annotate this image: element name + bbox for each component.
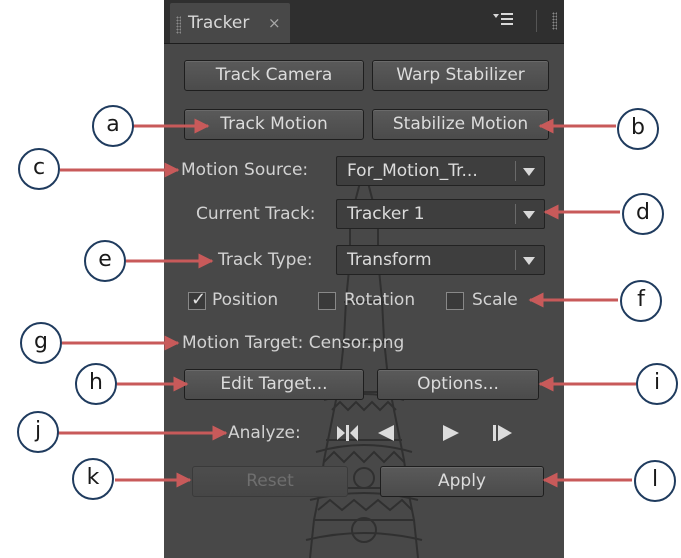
scale-label: Scale — [472, 290, 518, 310]
callout-j: j — [17, 411, 59, 453]
callout-k: k — [72, 458, 114, 500]
position-checkbox[interactable]: ✓ — [188, 289, 207, 310]
callout-d: d — [622, 193, 664, 235]
chevron-down-icon — [523, 211, 535, 219]
checkmark-icon: ✓ — [191, 289, 207, 310]
tracker-panel: Tracker × Track Camera Warp Stabilizer T… — [164, 0, 564, 558]
current-track-dropdown[interactable]: Tracker 1 — [336, 199, 545, 229]
current-track-value: Tracker 1 — [347, 204, 425, 224]
chevron-down-icon — [523, 168, 535, 176]
panel-tab-bar: Tracker × — [164, 0, 564, 44]
motion-source-value: For_Motion_Tr... — [347, 161, 478, 181]
callout-c: c — [18, 148, 60, 190]
reset-button[interactable]: Reset — [192, 466, 348, 497]
tab-bar-divider — [536, 10, 537, 32]
apply-button[interactable]: Apply — [380, 466, 544, 497]
analyze-label: Analyze: — [228, 423, 301, 443]
motion-source-label: Motion Source: — [181, 160, 309, 180]
track-type-value: Transform — [347, 250, 432, 270]
current-track-label: Current Track: — [196, 204, 316, 224]
options-button[interactable]: Options... — [377, 369, 539, 400]
edit-target-button[interactable]: Edit Target... — [184, 369, 364, 400]
track-type-label: Track Type: — [218, 250, 313, 270]
tab-tracker[interactable]: Tracker × — [170, 3, 290, 43]
chevron-down-icon — [523, 257, 535, 265]
callout-f: f — [620, 280, 662, 322]
panel-menu-icon[interactable] — [492, 12, 514, 28]
callout-h: h — [75, 363, 117, 405]
close-icon[interactable]: × — [268, 14, 281, 32]
callout-e: e — [84, 240, 126, 282]
track-type-dropdown[interactable]: Transform — [336, 245, 545, 275]
step-back-icon[interactable] — [336, 422, 360, 444]
dropdown-divider — [515, 204, 516, 224]
play-backward-icon[interactable] — [374, 422, 396, 444]
panel-grip-icon[interactable] — [552, 12, 557, 30]
stabilize-motion-button[interactable]: Stabilize Motion — [372, 109, 549, 140]
callout-a: a — [92, 105, 134, 147]
dropdown-divider — [515, 250, 516, 270]
tab-title: Tracker — [188, 13, 250, 33]
tab-grip-icon[interactable] — [176, 16, 181, 34]
callout-b: b — [617, 108, 659, 150]
position-label: Position — [212, 290, 279, 310]
motion-target-text: Motion Target: Censor.png — [182, 333, 405, 353]
scale-checkbox[interactable] — [446, 292, 464, 310]
step-forward-icon[interactable] — [490, 422, 514, 444]
callout-g: g — [20, 322, 62, 364]
rotation-label: Rotation — [344, 290, 416, 310]
rotation-checkbox[interactable] — [318, 292, 336, 310]
warp-stabilizer-button[interactable]: Warp Stabilizer — [372, 60, 549, 91]
callout-i: i — [636, 363, 678, 405]
play-forward-icon[interactable] — [440, 422, 462, 444]
dropdown-divider — [515, 161, 516, 181]
motion-source-dropdown[interactable]: For_Motion_Tr... — [336, 156, 545, 186]
track-motion-button[interactable]: Track Motion — [184, 109, 364, 140]
track-camera-button[interactable]: Track Camera — [184, 60, 364, 91]
callout-l: l — [634, 460, 676, 502]
